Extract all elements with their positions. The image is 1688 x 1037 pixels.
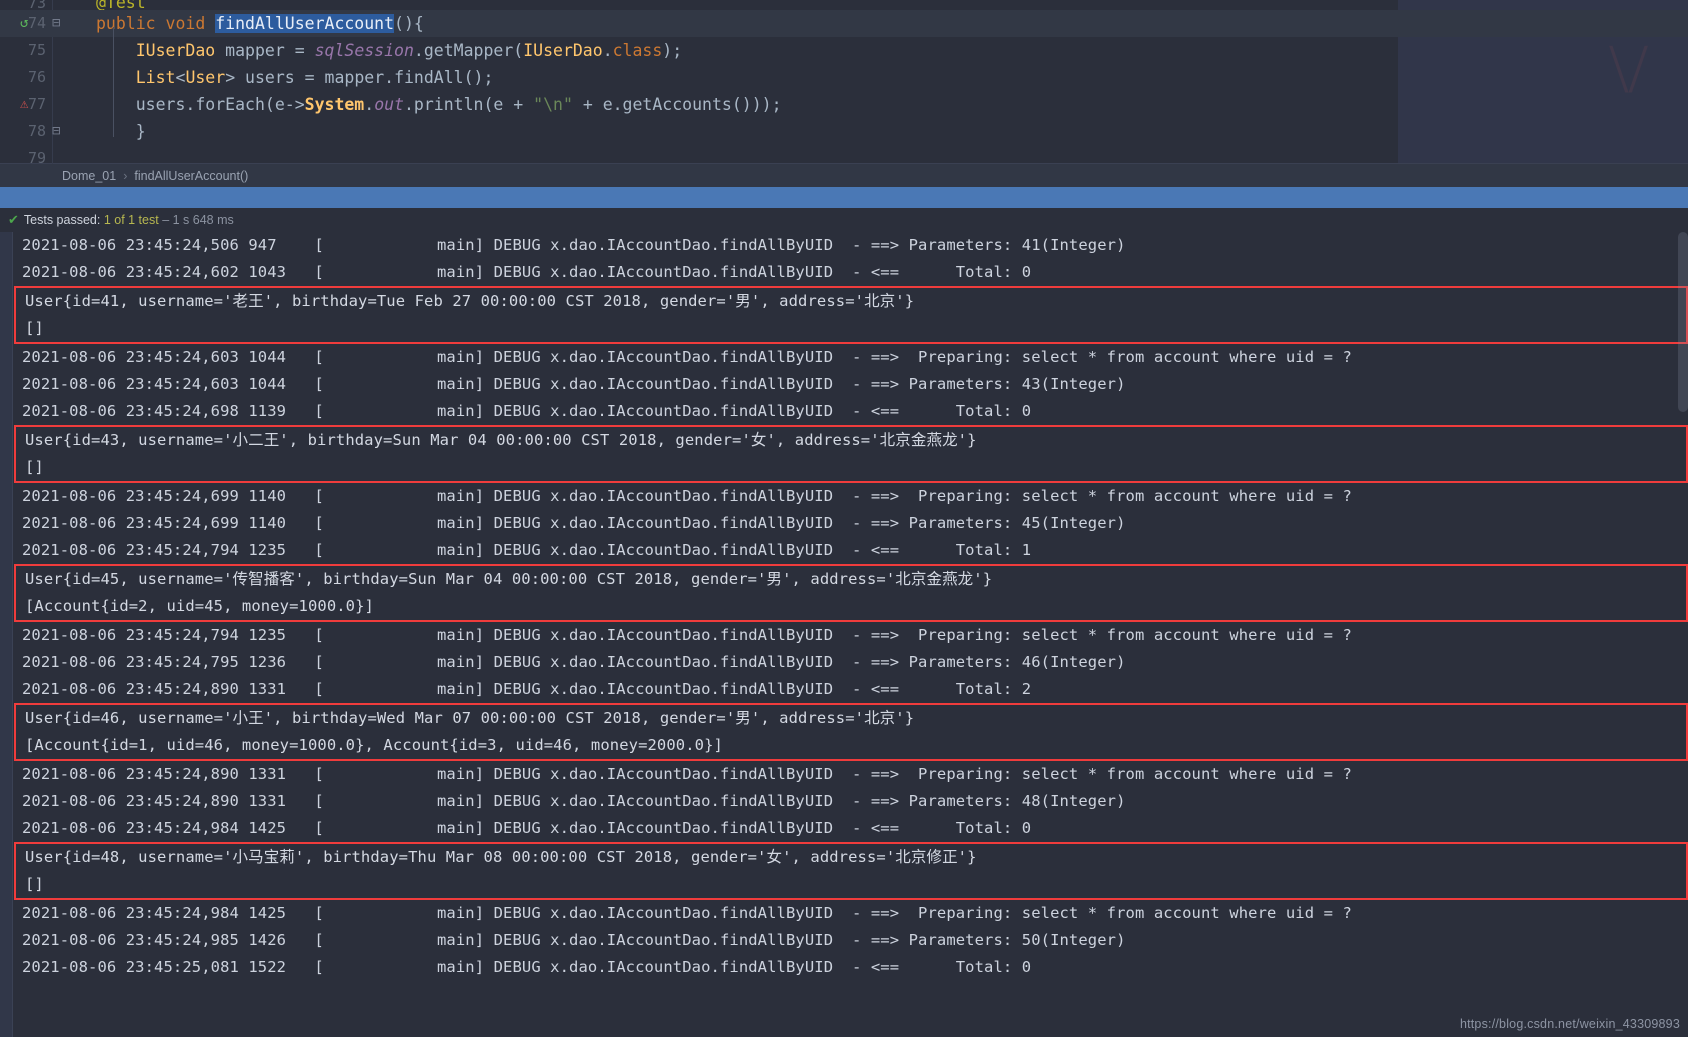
console-log-line: 2021-08-06 23:45:24,795 1236 [ main] DEB…	[22, 653, 1126, 671]
console-output-panel[interactable]: 2021-08-06 23:45:24,506 947 [ main] DEBU…	[0, 232, 1688, 1037]
test-status-count: 1 of 1 test	[103, 213, 159, 227]
code-editor[interactable]: \/ 73 @Test 74 ↺ ⊟ public void findAllUs…	[0, 0, 1688, 167]
test-status-bar: ✔ Tests passed: 1 of 1 test – 1 s 648 ms	[0, 208, 1688, 232]
highlighted-record-box: User{id=45, username='传智播客', birthday=Su…	[14, 564, 1688, 622]
code-line-75-text: IUserDao mapper = sqlSession.getMapper(I…	[135, 41, 683, 60]
code-line-78[interactable]: 78 ⊟ }	[0, 118, 1688, 145]
test-status-time: – 1 s 648 ms	[158, 213, 234, 227]
console-output-line: []	[25, 319, 44, 337]
highlighted-record-box: User{id=46, username='小王', birthday=Wed …	[14, 703, 1688, 761]
code-line-78-text: }	[96, 122, 146, 141]
code-line-77-text: users.forEach(e->System.out.println(e + …	[135, 95, 782, 114]
console-log-line: 2021-08-06 23:45:24,506 947 [ main] DEBU…	[22, 236, 1126, 254]
code-line-76-text: List<User> users = mapper.findAll();	[135, 68, 494, 87]
code-line-79[interactable]: 79	[0, 145, 1688, 167]
breadcrumb-method[interactable]: findAllUserAccount()	[134, 169, 248, 183]
line-number-76: 76	[27, 68, 46, 86]
console-log-line: 2021-08-06 23:45:24,890 1331 [ main] DEB…	[22, 765, 1352, 783]
console-log-line: 2021-08-06 23:45:24,794 1235 [ main] DEB…	[22, 541, 1032, 559]
breadcrumb[interactable]: Dome_01 › findAllUserAccount()	[0, 163, 1688, 187]
code-line-73[interactable]: 73 @Test	[0, 0, 1688, 10]
watermark: https://blog.csdn.net/weixin_43309893	[1459, 1017, 1680, 1031]
console-output-line: User{id=45, username='传智播客', birthday=Su…	[25, 570, 993, 588]
highlighted-record-box: User{id=48, username='小马宝莉', birthday=Th…	[14, 842, 1688, 900]
console-log-line: 2021-08-06 23:45:24,890 1331 [ main] DEB…	[22, 680, 1032, 698]
highlighted-record-box: User{id=41, username='老王', birthday=Tue …	[14, 286, 1688, 344]
console-output-line: [Account{id=1, uid=46, money=1000.0}, Ac…	[25, 736, 723, 754]
console-log-line: 2021-08-06 23:45:24,890 1331 [ main] DEB…	[22, 792, 1126, 810]
line-number-79: 79	[0, 145, 52, 167]
console-output-line: []	[25, 875, 44, 893]
console-output-line: User{id=41, username='老王', birthday=Tue …	[25, 292, 915, 310]
console-log-line: 2021-08-06 23:45:24,699 1140 [ main] DEB…	[22, 514, 1126, 532]
code-line-74[interactable]: 74 ↺ ⊟ public void findAllUserAccount(){	[0, 10, 1688, 37]
selection-bar	[0, 187, 1688, 208]
breadcrumb-separator-icon: ›	[123, 168, 128, 183]
console-log-line: 2021-08-06 23:45:24,984 1425 [ main] DEB…	[22, 904, 1352, 922]
line-number-75: 75	[27, 41, 46, 59]
console-log-line: 2021-08-06 23:45:24,699 1140 [ main] DEB…	[22, 487, 1352, 505]
code-line-73-text: @Test	[96, 0, 146, 10]
code-line-75[interactable]: 75 IUserDao mapper = sqlSession.getMappe…	[0, 37, 1688, 64]
console-log-line: 2021-08-06 23:45:24,603 1044 [ main] DEB…	[22, 348, 1352, 366]
console-lines: 2021-08-06 23:45:24,506 947 [ main] DEBU…	[13, 232, 1688, 981]
console-output-line: User{id=43, username='小二王', birthday=Sun…	[25, 431, 977, 449]
ide-window: \/ 73 @Test 74 ↺ ⊟ public void findAllUs…	[0, 0, 1688, 1037]
console-output-line: []	[25, 458, 44, 476]
indent-guide	[113, 27, 114, 137]
fold-collapse-icon-end[interactable]: ⊟	[52, 118, 102, 145]
console-log-line: 2021-08-06 23:45:24,984 1425 [ main] DEB…	[22, 819, 1032, 837]
console-log-line: 2021-08-06 23:45:25,081 1522 [ main] DEB…	[22, 958, 1032, 976]
console-scrollbar[interactable]	[1678, 232, 1688, 412]
highlighted-record-box: User{id=43, username='小二王', birthday=Sun…	[14, 425, 1688, 483]
console-gutter	[0, 232, 13, 1037]
line-number-73: 73	[27, 0, 46, 10]
fold-collapse-icon[interactable]: ⊟	[52, 10, 102, 37]
console-log-line: 2021-08-06 23:45:24,985 1426 [ main] DEB…	[22, 931, 1126, 949]
code-line-77[interactable]: 77 ⚠ users.forEach(e->System.out.println…	[0, 91, 1688, 118]
code-line-76[interactable]: 76 List<User> users = mapper.findAll();	[0, 64, 1688, 91]
console-output-line: [Account{id=2, uid=45, money=1000.0}]	[25, 597, 374, 615]
console-output-line: User{id=46, username='小王', birthday=Wed …	[25, 709, 915, 727]
console-log-line: 2021-08-06 23:45:24,603 1044 [ main] DEB…	[22, 375, 1126, 393]
console-log-line: 2021-08-06 23:45:24,698 1139 [ main] DEB…	[22, 402, 1032, 420]
line-number-78: 78	[27, 122, 46, 140]
error-icon[interactable]: ⚠	[20, 91, 70, 118]
console-log-line: 2021-08-06 23:45:24,794 1235 [ main] DEB…	[22, 626, 1352, 644]
console-log-line: 2021-08-06 23:45:24,602 1043 [ main] DEB…	[22, 263, 1032, 281]
code-line-74-text: public void findAllUserAccount(){	[96, 14, 424, 33]
console-output-line: User{id=48, username='小马宝莉', birthday=Th…	[25, 848, 977, 866]
code-lines: 73 @Test 74 ↺ ⊟ public void findAllUserA…	[0, 0, 1688, 167]
